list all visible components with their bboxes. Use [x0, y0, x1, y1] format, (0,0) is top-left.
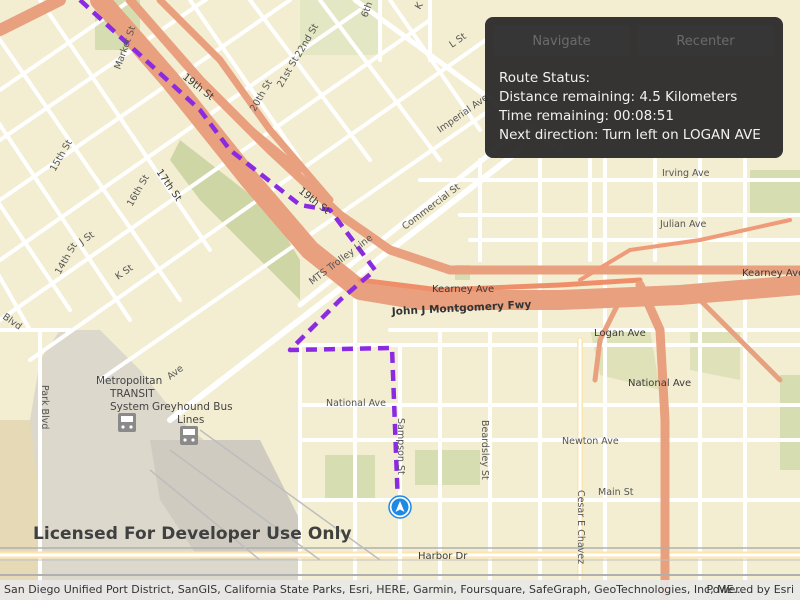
route-status: Route Status: Distance remaining: 4.5 Ki… [499, 69, 761, 145]
cesar-chavez-label: Cesar E Chavez [575, 490, 586, 564]
greyhound-label-1: Greyhound Bus [152, 401, 233, 413]
recenter-button[interactable]: Recenter [637, 25, 774, 56]
logan-ave-label: Logan Ave [594, 328, 646, 339]
sampson-st-label: Sampson St [395, 418, 406, 475]
kearney-ave-label: Kearney Ave [432, 284, 494, 295]
irving-ave-label: Irving Ave [662, 168, 710, 179]
bus-icon[interactable] [118, 413, 136, 432]
beardsley-st-label: Beardsley St [479, 420, 490, 480]
route-status-panel: Navigate Recenter Route Status: Distance… [485, 17, 783, 158]
national-ave-label: National Ave [326, 398, 386, 409]
transit-label-3: System [110, 401, 149, 413]
attribution-text[interactable]: San Diego Unified Port District, SanGIS,… [4, 580, 744, 600]
route-status-title: Route Status: [499, 70, 591, 86]
park-blvd-label: Park Blvd [39, 385, 50, 429]
julian-ave-label: Julian Ave [659, 219, 707, 230]
greyhound-label-2: Lines [177, 414, 204, 426]
location-arrow-icon [388, 495, 412, 519]
national-ave-label-2: National Ave [628, 378, 691, 389]
attribution-bar[interactable]: San Diego Unified Port District, SanGIS,… [0, 580, 800, 600]
harbor-dr-label: Harbor Dr [418, 551, 468, 562]
time-remaining: Time remaining: 00:08:51 [499, 108, 674, 124]
main-st-label: Main St [598, 487, 634, 498]
newton-ave-label: Newton Ave [562, 436, 619, 447]
navigate-button[interactable]: Navigate [493, 25, 630, 56]
distance-remaining: Distance remaining: 4.5 Kilometers [499, 89, 738, 105]
bus-icon[interactable] [180, 426, 198, 445]
next-direction: Next direction: Turn left on LOGAN AVE [499, 127, 761, 143]
transit-label-2: TRANSIT [109, 388, 155, 400]
kearney-ave-label-2: Kearney Ave [742, 268, 800, 279]
transit-label-1: Metropolitan [96, 375, 162, 387]
license-watermark: Licensed For Developer Use Only [33, 524, 352, 544]
powered-by-esri[interactable]: Powered by Esri [706, 580, 794, 600]
